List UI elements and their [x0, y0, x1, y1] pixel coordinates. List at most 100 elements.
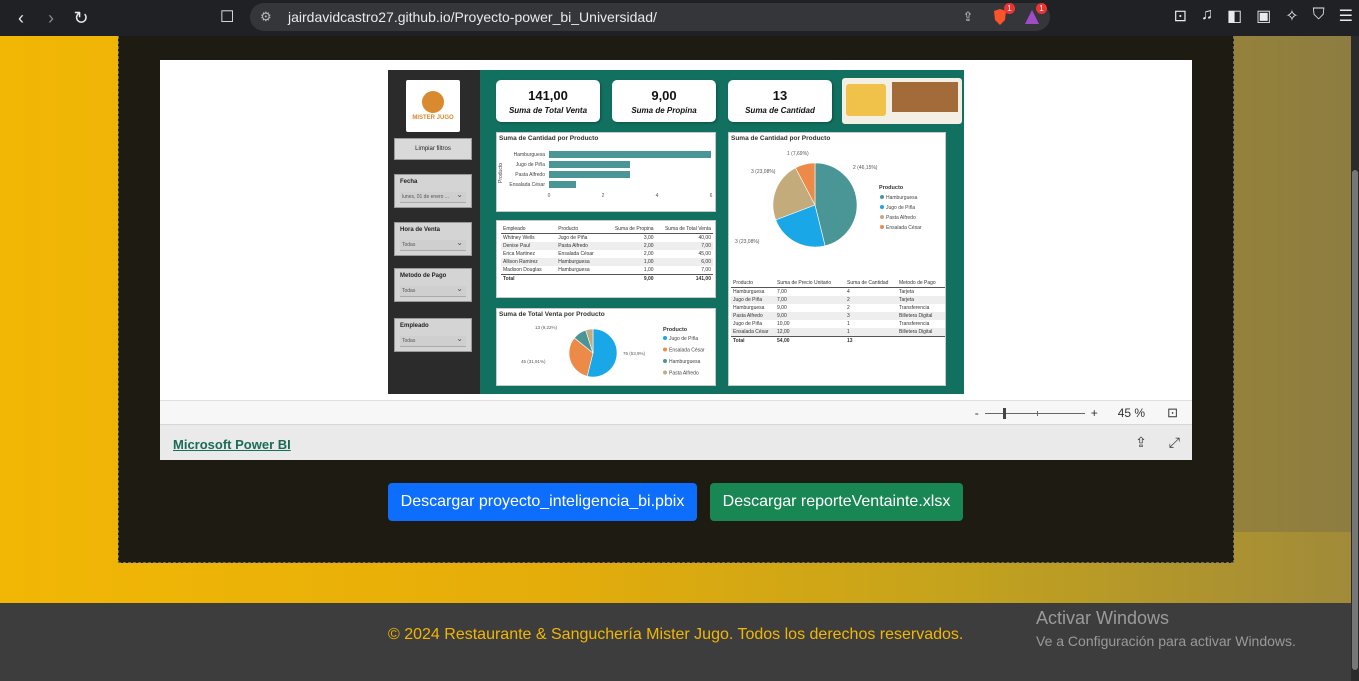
- table-cell: Hamburguesa: [558, 267, 590, 273]
- table-cell: Ensalada César: [558, 251, 594, 257]
- table-cell: Empleado: [503, 226, 526, 232]
- bookmark-icon[interactable]: ☐: [220, 7, 234, 27]
- table-row: Ensalada César 12,00 1 Billetera Digital: [731, 328, 945, 337]
- table-header: Producto Suma de Precio Unitario Suma de C…: [731, 279, 945, 288]
- powerbi-embed[interactable]: MISTER JUGO Limpiar filtros Fecha lunes,…: [160, 60, 1192, 460]
- legend-label: Ensalada César: [886, 225, 922, 231]
- sales-pie-card[interactable]: Suma de Total Venta por Producto 13 (9,2…: [496, 308, 716, 386]
- forward-icon[interactable]: ›: [36, 3, 66, 33]
- zoom-out-button[interactable]: -: [975, 406, 979, 420]
- table-cell: Erica Martinez: [503, 251, 535, 257]
- share-report-icon[interactable]: ⇪: [1135, 434, 1147, 451]
- embed-footer: Microsoft Power BI ⇪ ⤢: [160, 424, 1192, 460]
- legend-label: Hamburguesa: [669, 359, 701, 365]
- category-label: Pasta Alfredo: [515, 172, 545, 178]
- table-cell: Total: [733, 338, 745, 344]
- table-cell: Suma de Precio Unitario: [777, 280, 832, 286]
- legend-marker: [663, 336, 667, 340]
- product-card[interactable]: Suma de Cantidad por Producto 1 (7,69%) 2…: [728, 132, 946, 386]
- legend-label: Pasta Alfredo: [669, 371, 699, 377]
- table-cell: 3: [847, 313, 850, 319]
- menu-icon[interactable]: ☰: [1339, 6, 1353, 26]
- wallet-icon[interactable]: ▣: [1256, 6, 1271, 26]
- filter-dropdown[interactable]: lunes, 01 de enero ...: [400, 189, 466, 203]
- sales-pie-chart: 13 (9,22%) 45 (31,91%) 76 (53,9%) Producto J…: [521, 325, 705, 378]
- kpi-cantidad[interactable]: 13 Suma de Cantidad: [728, 80, 832, 122]
- category-label: Hamburguesa: [514, 152, 546, 158]
- music-icon[interactable]: ♫: [1201, 6, 1213, 26]
- share-icon[interactable]: ⇪: [958, 7, 978, 27]
- restaurant-logo: MISTER JUGO: [406, 80, 460, 132]
- download-pbix-button[interactable]: Descargar proyecto_inteligencia_bi.pbix: [388, 483, 697, 521]
- fullscreen-icon[interactable]: ⤢: [1169, 434, 1180, 451]
- kpi-total-venta[interactable]: 141,00 Suma de Total Venta: [496, 80, 600, 122]
- promo-image: [842, 78, 962, 124]
- axis-label: Producto: [498, 163, 504, 183]
- activation-title: Activar Windows: [1036, 608, 1170, 628]
- table-cell: Transferencia: [899, 305, 930, 311]
- scrollbar-thumb[interactable]: [1352, 170, 1358, 670]
- product-table: Producto Suma de Precio Unitario Suma de C…: [731, 279, 945, 345]
- table-cell: 9,00: [643, 276, 654, 282]
- zoom-level: 45 %: [1117, 406, 1146, 420]
- table-cell: Denise Paul: [503, 243, 530, 249]
- legend-marker: [880, 195, 884, 199]
- table-cell: Metodo de Pago: [899, 280, 936, 286]
- back-icon[interactable]: ‹: [6, 3, 36, 33]
- vpn-icon[interactable]: ⛉: [1313, 6, 1325, 26]
- filter-hora[interactable]: Hora de Venta Todas: [394, 222, 472, 256]
- fit-page-icon[interactable]: ⊡: [1167, 405, 1178, 421]
- promo-poster: [846, 84, 886, 116]
- logo-mascot-icon: [422, 91, 444, 113]
- leo-ai-icon[interactable]: ✧: [1285, 6, 1298, 26]
- url-text[interactable]: jairdavidcastro27.github.io/Proyecto-pow…: [288, 9, 657, 25]
- sidebar-icon[interactable]: ◧: [1227, 6, 1242, 26]
- table-cell: Jugo de Piña: [733, 297, 763, 303]
- chart-title: Suma de Cantidad por Producto: [731, 135, 831, 142]
- table-cell: 7,00: [777, 297, 787, 303]
- background-strip: [1234, 36, 1359, 532]
- page-scrollbar[interactable]: [1351, 36, 1359, 681]
- quantity-pie-chart: 1 (7,69%) 2 (46,15%) 3 (23,08%) 3 (23,08%) P…: [735, 151, 922, 248]
- bar-chart-card[interactable]: Suma de Cantidad por Producto Producto Ha…: [496, 132, 716, 212]
- zoom-slider-thumb[interactable]: [1002, 407, 1006, 419]
- table-cell: Producto: [558, 226, 579, 232]
- table-cell: Suma de Cantidad: [847, 280, 889, 286]
- filter-dropdown[interactable]: Todas: [400, 283, 466, 297]
- table-cell: Pasta Alfredo: [733, 313, 763, 319]
- legend-label: Pasta Alfredo: [886, 215, 916, 221]
- screenshot-icon[interactable]: ⊡: [1174, 6, 1187, 26]
- rewards-icon[interactable]: 1: [1022, 3, 1047, 27]
- category-label: Jugo de Piña: [516, 162, 545, 168]
- powerbi-link[interactable]: Microsoft Power BI: [173, 437, 291, 452]
- powerbi-report[interactable]: MISTER JUGO Limpiar filtros Fecha lunes,…: [388, 70, 964, 394]
- table-cell: [897, 337, 945, 346]
- embed-footer-icons: ⇪ ⤢: [1135, 434, 1180, 451]
- kpi-propina[interactable]: 9,00 Suma de Propina: [612, 80, 716, 122]
- filter-dropdown[interactable]: Todas: [400, 333, 466, 347]
- address-bar[interactable]: ⚙ jairdavidcastro27.github.io/Proyecto-p…: [250, 3, 1050, 31]
- table-cell: 1,00: [643, 267, 654, 273]
- table-cell: Suma de Propina: [614, 226, 654, 232]
- zoom-in-button[interactable]: +: [1091, 406, 1098, 420]
- filter-metodo-pago[interactable]: Metodo de Pago Todas: [394, 268, 472, 302]
- site-settings-icon[interactable]: ⚙: [260, 9, 282, 25]
- filter-label: Fecha: [400, 179, 418, 185]
- table-cell: Suma de Total Venta: [664, 226, 711, 232]
- brave-shield-icon[interactable]: 1: [990, 3, 1015, 27]
- filter-empleado[interactable]: Empleado Todas: [394, 318, 472, 352]
- zoom-slider[interactable]: [984, 407, 1085, 419]
- activation-subtitle: Ve a Configuración para activar Windows.: [1036, 633, 1296, 649]
- filter-fecha[interactable]: Fecha lunes, 01 de enero ...: [394, 174, 472, 208]
- download-xlsx-button[interactable]: Descargar reporteVentainte.xlsx: [710, 483, 963, 521]
- clear-filters-button[interactable]: Limpiar filtros: [394, 138, 472, 160]
- filter-dropdown[interactable]: Todas: [400, 237, 466, 251]
- table-header: Empleado Producto Suma de Propina Suma de T…: [501, 225, 713, 234]
- reload-icon[interactable]: ↻: [66, 3, 96, 33]
- employee-table-card[interactable]: Empleado Producto Suma de Propina Suma de T…: [496, 220, 716, 298]
- table-row: Madison Douglas Hamburguesa 1,00 7,00: [501, 266, 713, 275]
- report-sidebar: MISTER JUGO Limpiar filtros Fecha lunes,…: [388, 70, 480, 394]
- filter-label: Empleado: [400, 323, 429, 329]
- kpi-label: Suma de Total Venta: [508, 105, 588, 115]
- table-cell: 10,00: [777, 321, 790, 327]
